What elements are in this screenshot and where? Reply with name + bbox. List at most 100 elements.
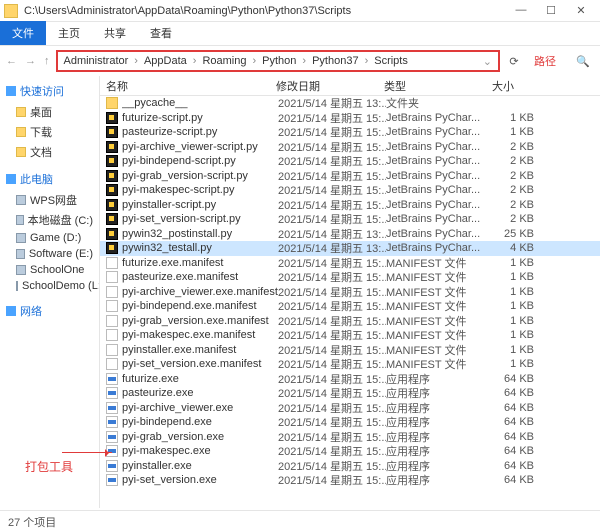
column-headers: 名称 修改日期 类型 大小 [100, 76, 600, 96]
txt-icon [106, 300, 118, 312]
py-icon [106, 199, 118, 211]
file-name: pyi-bindepend.exe.manifest [122, 300, 278, 312]
sidebar-item[interactable]: 桌面 [2, 102, 97, 122]
col-date[interactable]: 修改日期 [276, 78, 384, 94]
sidebar-item[interactable]: Game (D:) [2, 230, 97, 246]
sidebar-item[interactable]: SchoolOne [2, 262, 97, 278]
txt-icon [106, 286, 118, 298]
file-type: JetBrains PyChar... [386, 112, 494, 124]
up-icon[interactable]: ↑ [44, 55, 50, 67]
file-name: pyi-bindepend.exe [122, 416, 278, 428]
file-size: 1 KB [494, 358, 534, 370]
file-row[interactable]: pyinstaller-script.py2021/5/14 星期五 15:..… [100, 198, 600, 213]
body: 快速访问 桌面下载文档 此电脑 WPS网盘本地磁盘 (C:)Game (D:)S… [0, 76, 600, 508]
file-row[interactable]: pyi-set_version-script.py2021/5/14 星期五 1… [100, 212, 600, 227]
minimize-button[interactable]: — [506, 4, 536, 17]
chevron-down-icon[interactable]: ⌄ [483, 55, 492, 68]
file-row[interactable]: pyi-bindepend.exe.manifest2021/5/14 星期五 … [100, 299, 600, 314]
file-name: pyi-archive_viewer-script.py [122, 141, 278, 153]
file-name: pyi-makespec-script.py [122, 184, 278, 196]
sidebar-item[interactable]: 本地磁盘 (C:) [2, 210, 97, 230]
py-icon [106, 184, 118, 196]
sidebar-item[interactable]: 下载 [2, 122, 97, 142]
file-name: futurize.exe [122, 373, 278, 385]
txt-icon [106, 358, 118, 370]
file-name: pyi-archive_viewer.exe [122, 402, 278, 414]
exe-icon [106, 474, 118, 486]
file-row[interactable]: pyinstaller.exe.manifest2021/5/14 星期五 15… [100, 343, 600, 358]
sidebar-item[interactable]: WPS网盘 [2, 190, 97, 210]
window-buttons: — ☐ ✕ [506, 4, 596, 17]
file-type: JetBrains PyChar... [386, 155, 494, 167]
file-row[interactable]: pyi-bindepend.exe2021/5/14 星期五 15:...应用程… [100, 415, 600, 430]
close-button[interactable]: ✕ [566, 4, 596, 17]
annotation-tool-label: 打包工具 [25, 458, 73, 475]
crumb[interactable]: Python37 [312, 55, 358, 67]
sidebar-item[interactable]: 文档 [2, 142, 97, 162]
file-row[interactable]: pyi-grab_version.exe.manifest2021/5/14 星… [100, 314, 600, 329]
folder-icon [4, 4, 18, 18]
forward-icon[interactable]: → [25, 55, 36, 67]
file-row[interactable]: pyinstaller.exe2021/5/14 星期五 15:...应用程序6… [100, 459, 600, 474]
sidebar-item[interactable]: Software (E:) [2, 246, 97, 262]
file-row[interactable]: pyi-grab_version.exe2021/5/14 星期五 15:...… [100, 430, 600, 445]
tab-home[interactable]: 主页 [46, 21, 92, 45]
search-icon[interactable]: 🔍 [562, 55, 590, 68]
crumb[interactable]: Python [262, 55, 296, 67]
file-row[interactable]: pyi-makespec-script.py2021/5/14 星期五 15:.… [100, 183, 600, 198]
file-row[interactable]: pyi-makespec.exe2021/5/14 星期五 15:...应用程序… [100, 444, 600, 459]
file-size: 1 KB [494, 271, 534, 283]
col-size[interactable]: 大小 [492, 78, 532, 94]
file-row[interactable]: pasteurize.exe2021/5/14 星期五 15:...应用程序64… [100, 386, 600, 401]
txt-icon [106, 315, 118, 327]
py-icon [106, 170, 118, 182]
sidebar-network[interactable]: 网络 [2, 300, 97, 322]
crumb[interactable]: Administrator [64, 55, 129, 67]
file-row[interactable]: pyi-archive_viewer.exe2021/5/14 星期五 15:.… [100, 401, 600, 416]
sidebar-thispc[interactable]: 此电脑 [2, 168, 97, 190]
tab-view[interactable]: 查看 [138, 21, 184, 45]
file-row[interactable]: pyi-set_version.exe.manifest2021/5/14 星期… [100, 357, 600, 372]
file-row[interactable]: pyi-bindepend-script.py2021/5/14 星期五 15:… [100, 154, 600, 169]
file-name: pyi-grab_version-script.py [122, 170, 278, 182]
file-row[interactable]: futurize.exe.manifest2021/5/14 星期五 15:..… [100, 256, 600, 271]
file-type: JetBrains PyChar... [386, 242, 494, 254]
file-row[interactable]: pasteurize.exe.manifest2021/5/14 星期五 15:… [100, 270, 600, 285]
file-row[interactable]: pyi-archive_viewer-script.py2021/5/14 星期… [100, 140, 600, 155]
crumb[interactable]: Roaming [202, 55, 246, 67]
tab-file[interactable]: 文件 [0, 21, 46, 45]
file-row[interactable]: __pycache__2021/5/14 星期五 13:...文件夹 [100, 96, 600, 111]
file-name: futurize-script.py [122, 112, 278, 124]
refresh-icon[interactable]: ⟳ [504, 55, 524, 68]
file-size: 2 KB [494, 155, 534, 167]
file-row[interactable]: pywin32_postinstall.py2021/5/14 星期五 13:.… [100, 227, 600, 242]
col-type[interactable]: 类型 [384, 78, 492, 94]
back-icon[interactable]: ← [6, 55, 17, 67]
file-type: JetBrains PyChar... [386, 184, 494, 196]
col-name[interactable]: 名称 [106, 78, 276, 94]
file-row[interactable]: pyi-makespec.exe.manifest2021/5/14 星期五 1… [100, 328, 600, 343]
file-size: 64 KB [494, 402, 534, 414]
file-row[interactable]: pyi-set_version.exe2021/5/14 星期五 15:...应… [100, 473, 600, 488]
file-row[interactable]: pyi-grab_version-script.py2021/5/14 星期五 … [100, 169, 600, 184]
file-size: 1 KB [494, 286, 534, 298]
tab-share[interactable]: 共享 [92, 21, 138, 45]
file-row[interactable]: pasteurize-script.py2021/5/14 星期五 15:...… [100, 125, 600, 140]
sidebar-quick-access[interactable]: 快速访问 [2, 80, 97, 102]
breadcrumb[interactable]: Administrator› AppData› Roaming› Python›… [56, 50, 501, 72]
drive-icon [16, 249, 25, 259]
crumb[interactable]: Scripts [374, 55, 408, 67]
folder-icon [16, 147, 26, 157]
file-row[interactable]: pyi-archive_viewer.exe.manifest2021/5/14… [100, 285, 600, 300]
file-list: 名称 修改日期 类型 大小 __pycache__2021/5/14 星期五 1… [100, 76, 600, 508]
file-row[interactable]: futurize.exe2021/5/14 星期五 15:...应用程序64 K… [100, 372, 600, 387]
file-size: 64 KB [494, 460, 534, 472]
file-row[interactable]: futurize-script.py2021/5/14 星期五 15:...Je… [100, 111, 600, 126]
sidebar-item[interactable]: SchoolDemo (L:) [2, 278, 97, 294]
py-icon [106, 141, 118, 153]
maximize-button[interactable]: ☐ [536, 4, 566, 17]
file-row[interactable]: pywin32_testall.py2021/5/14 星期五 13:...Je… [100, 241, 600, 256]
drive-icon [16, 281, 18, 291]
crumb[interactable]: AppData [144, 55, 187, 67]
file-name: pywin32_testall.py [122, 242, 278, 254]
